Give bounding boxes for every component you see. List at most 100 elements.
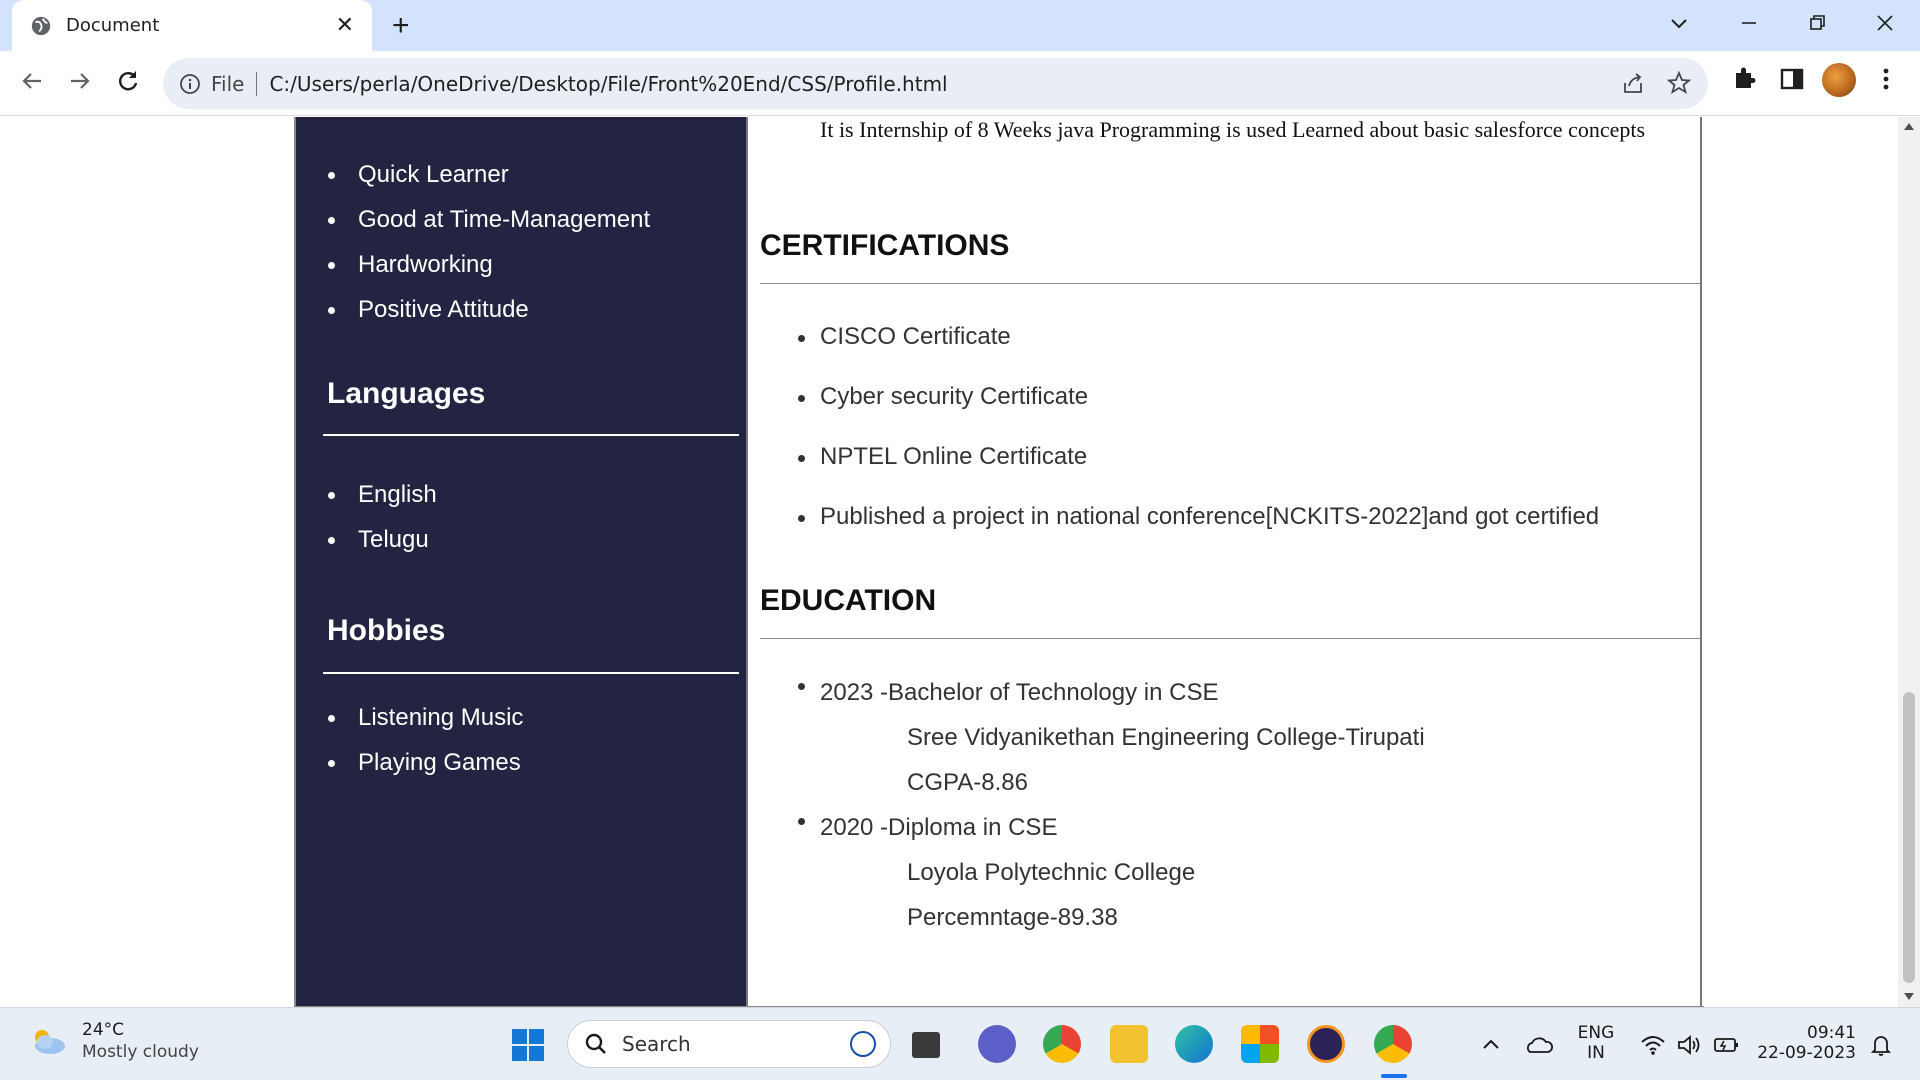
degree: 2020 -Diploma in CSE (820, 814, 1058, 841)
info-icon[interactable] (179, 73, 201, 95)
chrome-icon[interactable] (1043, 1025, 1081, 1063)
search-label: Search (622, 1032, 691, 1056)
onedrive-icon[interactable] (1524, 1032, 1554, 1058)
list-item: Published a project in national conferen… (797, 502, 1599, 562)
url-text[interactable]: C:/Users/perla/OneDrive/Desktop/File/Fro… (269, 72, 947, 96)
notification-bell-icon[interactable] (1868, 1032, 1894, 1058)
temperature: 24°C (82, 1020, 125, 1040)
hobbies-heading: Hobbies (327, 614, 446, 647)
bing-icon[interactable] (850, 1031, 876, 1057)
arrow-left-icon (22, 73, 41, 89)
institution: Sree Vidyanikethan Engineering College-T… (907, 724, 1425, 751)
restore-icon[interactable] (1806, 12, 1828, 34)
battery-icon[interactable] (1712, 1034, 1740, 1056)
list-item: Listening Music (327, 695, 523, 740)
url-scheme-label: File (211, 71, 245, 96)
wifi-icon[interactable] (1640, 1034, 1666, 1056)
languages-heading: Languages (327, 377, 486, 410)
list-item: Good at Time-Management (327, 197, 650, 242)
profile-main: It is Internship of 8 Weeks java Program… (746, 117, 1702, 1007)
share-icon[interactable] (1620, 71, 1646, 97)
score: CGPA-8.86 (907, 769, 1028, 796)
windows-logo-pane (512, 1029, 527, 1044)
bookmark-star-icon[interactable] (1666, 70, 1692, 96)
tab-search-icon[interactable] (1668, 12, 1690, 34)
menu-kebab-icon[interactable] (1876, 65, 1896, 93)
url-separator (256, 71, 258, 96)
microsoft-store-icon[interactable] (1241, 1025, 1279, 1063)
clock-date: 22-09-2023 (1757, 1043, 1856, 1063)
education-list: 2023 -Bachelor of Technology in CSE Sree… (798, 670, 1425, 940)
profile-avatar[interactable] (1822, 63, 1856, 97)
windows-taskbar: 24°C Mostly cloudy Search ENG IN 09:41 2… (0, 1007, 1920, 1080)
start-button[interactable] (512, 1029, 544, 1061)
internship-description: It is Internship of 8 Weeks java Program… (820, 117, 1646, 142)
languages-list: English Telugu (328, 472, 437, 562)
windows-logo-pane (529, 1029, 544, 1044)
hobbies-divider (323, 672, 739, 674)
forward-button[interactable] (60, 61, 100, 101)
list-item: NPTEL Online Certificate (797, 442, 1599, 502)
certifications-heading: CERTIFICATIONS (760, 229, 1010, 262)
weather-description: Mostly cloudy (82, 1042, 199, 1062)
scroll-up-icon[interactable] (1904, 123, 1914, 130)
active-app-indicator (1381, 1074, 1407, 1078)
windows-logo-pane (512, 1046, 527, 1061)
clock-time: 09:41 (1807, 1023, 1856, 1043)
certifications-divider (760, 283, 1700, 284)
list-item: Quick Learner (327, 152, 650, 197)
scroll-down-icon[interactable] (1904, 993, 1914, 1000)
taskbar-search[interactable]: Search (567, 1020, 891, 1068)
profile-sidebar: Quick Learner Good at Time-Management Ha… (294, 117, 746, 1007)
list-item: English (328, 472, 437, 517)
strengths-list: Quick Learner Good at Time-Management Ha… (327, 152, 650, 332)
hobbies-list: Listening Music Playing Games (327, 695, 523, 785)
file-explorer-icon[interactable] (1110, 1025, 1148, 1063)
page-viewport: Quick Learner Good at Time-Management Ha… (0, 117, 1898, 1007)
input-language[interactable]: ENG IN (1574, 1023, 1618, 1063)
close-window-icon[interactable] (1874, 12, 1896, 34)
list-item: Playing Games (327, 740, 523, 785)
scrollbar-thumb[interactable] (1903, 692, 1915, 983)
list-item: Cyber security Certificate (797, 382, 1599, 442)
search-icon (585, 1033, 606, 1054)
task-view-icon[interactable] (912, 1032, 940, 1058)
education-item: 2023 -Bachelor of Technology in CSE Sree… (798, 670, 1425, 805)
list-item: Hardworking (327, 242, 650, 287)
edge-icon[interactable] (1175, 1025, 1213, 1063)
weather-widget[interactable]: 24°C Mostly cloudy (28, 1020, 199, 1062)
clock[interactable]: 09:41 22-09-2023 (1756, 1023, 1856, 1063)
degree: 2023 -Bachelor of Technology in CSE (820, 679, 1219, 706)
language-code: ENG (1577, 1023, 1615, 1043)
reload-icon (119, 71, 138, 91)
eclipse-icon[interactable] (1307, 1025, 1345, 1063)
extensions-icon[interactable] (1730, 65, 1758, 93)
education-divider (760, 638, 1700, 639)
page-scrollbar[interactable] (1898, 117, 1920, 1007)
side-panel-icon[interactable] (1778, 65, 1806, 93)
browser-tab[interactable]: Document ✕ (12, 0, 372, 51)
arrow-right-icon (71, 73, 90, 89)
new-tab-button[interactable]: + (392, 9, 410, 43)
teams-chat-icon[interactable] (978, 1025, 1016, 1063)
institution: Loyola Polytechnic College (907, 859, 1196, 886)
score: Percemntage-89.38 (907, 904, 1118, 931)
list-item: Telugu (328, 517, 437, 562)
tab-close-icon[interactable]: ✕ (336, 12, 354, 38)
browser-toolbar: File C:/Users/perla/OneDrive/Desktop/Fil… (0, 51, 1920, 116)
reload-button[interactable] (108, 61, 148, 101)
languages-divider (323, 434, 739, 436)
chevron-up-icon[interactable] (1480, 1034, 1502, 1056)
chrome-active-icon[interactable] (1374, 1025, 1412, 1063)
certifications-list: CISCO Certificate Cyber security Certifi… (797, 322, 1599, 562)
address-bar[interactable]: File C:/Users/perla/OneDrive/Desktop/Fil… (163, 58, 1708, 109)
volume-icon[interactable] (1676, 1034, 1702, 1056)
minimize-icon[interactable] (1738, 12, 1760, 34)
education-item: 2020 -Diploma in CSE Loyola Polytechnic … (798, 805, 1425, 940)
back-button[interactable] (12, 61, 52, 101)
education-heading: EDUCATION (760, 584, 937, 617)
globe-icon (31, 16, 51, 35)
region-code: IN (1587, 1043, 1605, 1063)
tab-title: Document (66, 15, 160, 36)
windows-logo-pane (529, 1046, 544, 1061)
